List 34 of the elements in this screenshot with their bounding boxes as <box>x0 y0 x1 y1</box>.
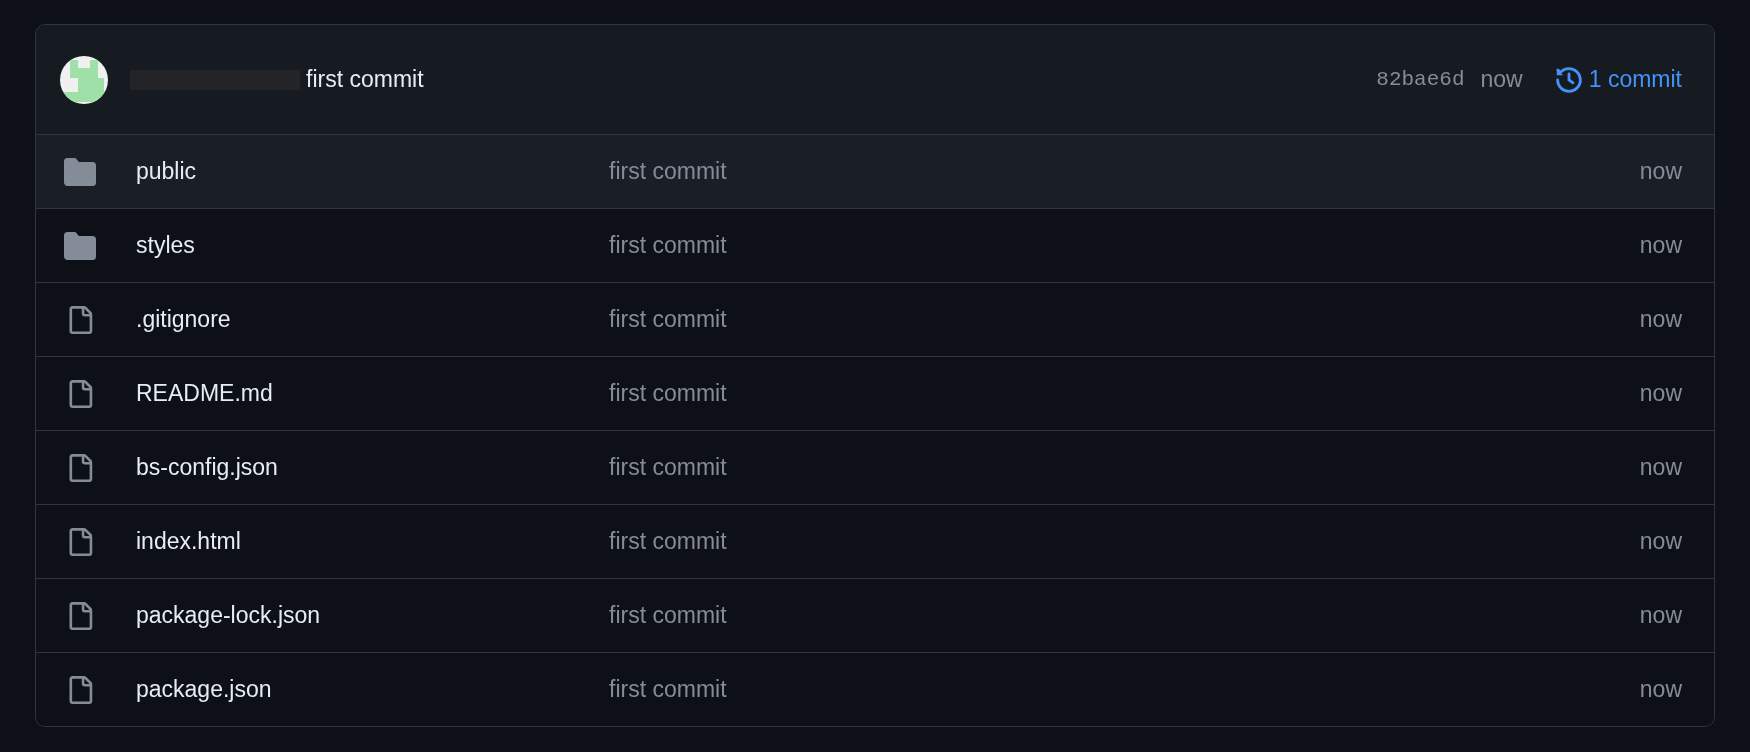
commit-time: now <box>1639 232 1682 259</box>
commit-time: now <box>1639 158 1682 185</box>
file-name-link[interactable]: index.html <box>136 528 609 555</box>
file-name-link[interactable]: bs-config.json <box>136 454 609 481</box>
commit-message-link[interactable]: first commit <box>609 528 1640 555</box>
commit-time: now <box>1639 676 1682 703</box>
commit-message-link[interactable]: first commit <box>609 380 1640 407</box>
folder-icon <box>64 229 96 262</box>
commit-time: now <box>1639 528 1682 555</box>
history-icon <box>1554 65 1583 94</box>
commit-hash[interactable]: 82bae6d <box>1376 68 1465 91</box>
commit-time: now <box>1639 306 1682 333</box>
commit-message-link[interactable]: first commit <box>609 602 1640 629</box>
commit-message-link[interactable]: first commit <box>609 158 1640 185</box>
file-name-link[interactable]: README.md <box>136 380 609 407</box>
commit-time: now <box>1639 602 1682 629</box>
commit-message-link[interactable]: first commit <box>609 454 1640 481</box>
commit-time: now <box>1639 380 1682 407</box>
folder-icon <box>64 155 96 188</box>
avatar-icon <box>60 55 108 104</box>
file-name-link[interactable]: public <box>136 158 609 185</box>
file-name-link[interactable]: package-lock.json <box>136 602 609 629</box>
commit-message: first commit <box>306 66 424 93</box>
commit-message-link[interactable]: first commit <box>609 306 1640 333</box>
file-name-link[interactable]: styles <box>136 232 609 259</box>
commit-history-link[interactable]: 1 commit <box>1554 65 1682 94</box>
commit-time: now <box>1639 454 1682 481</box>
file-row[interactable]: public first commit now <box>36 135 1714 208</box>
commit-time: now <box>1480 66 1523 93</box>
commit-message-link[interactable]: first commit <box>609 232 1640 259</box>
commit-message-link[interactable]: first commit <box>609 676 1640 703</box>
file-name-link[interactable]: package.json <box>136 676 609 703</box>
file-row[interactable]: package.json first commit now <box>36 652 1714 726</box>
file-name-link[interactable]: .gitignore <box>136 306 609 333</box>
